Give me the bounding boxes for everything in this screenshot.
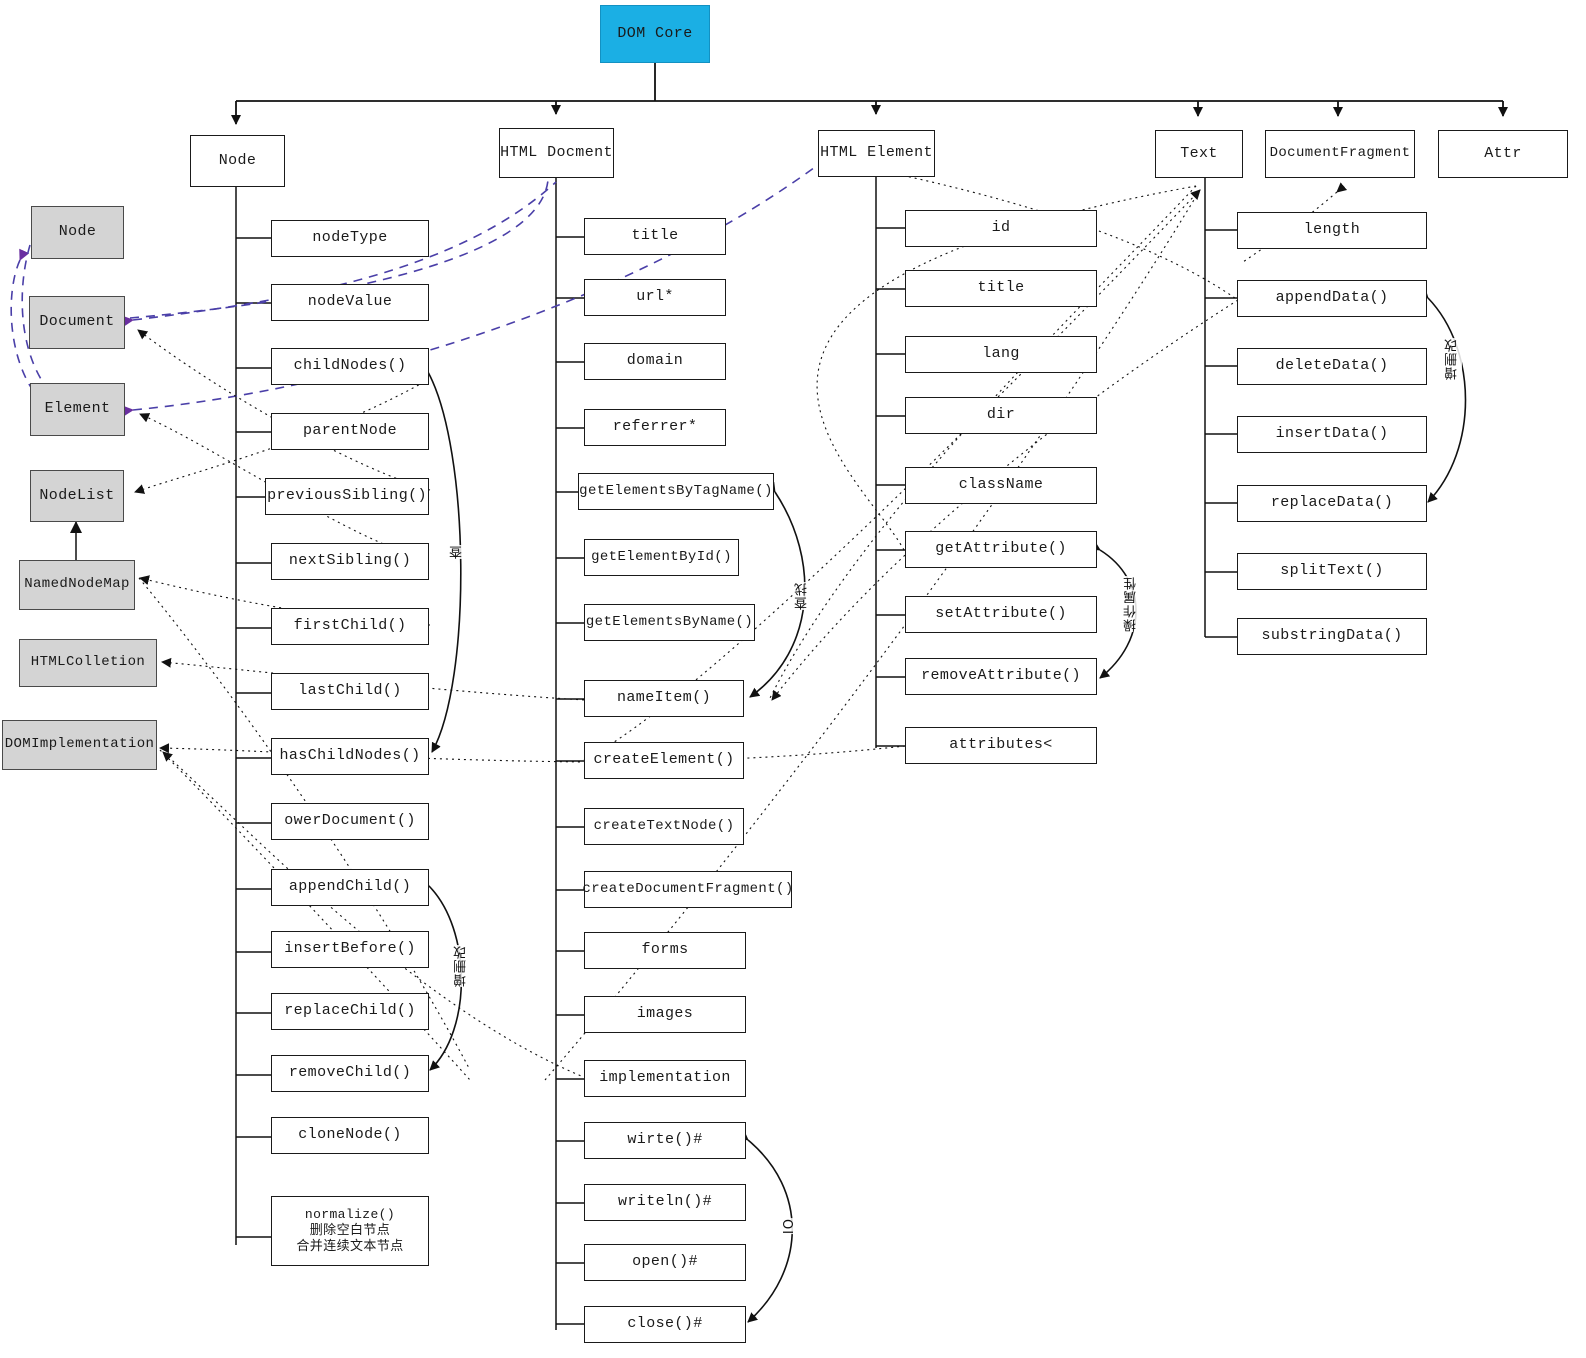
document-io-annotation: IO [782,1218,797,1235]
member-el-dir[interactable]: dir [905,397,1097,434]
member-clonenode[interactable]: cloneNode() [271,1117,429,1154]
member-el-title[interactable]: title [905,270,1097,307]
member-close[interactable]: close()# [584,1306,746,1343]
interface-htmlcolletion[interactable]: HTMLColletion [19,639,157,687]
member-createtextnode[interactable]: createTextNode() [584,808,744,845]
member-writeln[interactable]: writeln()# [584,1184,746,1221]
member-childnodes[interactable]: childNodes() [271,348,429,385]
node-crud-annotation: 增删改 [452,945,471,987]
interface-nodelist[interactable]: NodeList [30,470,124,522]
member-el-id[interactable]: id [905,210,1097,247]
member-getelementsbytagname[interactable]: getElementsByTagName() [578,473,774,510]
document-search-annotation: 查找 [793,582,812,610]
text-crud-annotation: 增删改 [1443,338,1462,380]
node-html-element[interactable]: HTML Element [818,130,935,177]
member-insertbefore[interactable]: insertBefore() [271,931,429,968]
member-deletedata[interactable]: deleteData() [1237,348,1427,385]
node-dom-core[interactable]: DOM Core [600,5,710,63]
interface-element[interactable]: Element [30,383,125,436]
member-appenddata[interactable]: appendData() [1237,280,1427,317]
element-attribute-annotation: 操作属性 [1122,576,1141,632]
node-attr[interactable]: Attr [1438,130,1568,178]
member-doc-url[interactable]: url* [584,279,726,316]
member-nodevalue[interactable]: nodeValue [271,284,429,321]
member-el-attributes[interactable]: attributes< [905,727,1097,764]
member-setattribute[interactable]: setAttribute() [905,596,1097,633]
node-html-document[interactable]: HTML Docment [499,128,614,178]
member-nodetype[interactable]: nodeType [271,220,429,257]
member-images[interactable]: images [584,996,746,1033]
member-removechild[interactable]: removeChild() [271,1055,429,1092]
member-el-classname[interactable]: className [905,467,1097,504]
member-parentnode[interactable]: parentNode [271,413,429,450]
interface-document[interactable]: Document [29,296,125,349]
member-text-length[interactable]: length [1237,212,1427,249]
member-open[interactable]: open()# [584,1244,746,1281]
member-haschildnodes[interactable]: hasChildNodes() [271,738,429,775]
member-lastchild[interactable]: lastChild() [271,673,429,710]
connector-layer [10,63,1508,1330]
node-document-fragment[interactable]: DocumentFragment [1265,130,1415,178]
member-normalize[interactable]: normalize() 删除空白节点 合并连续文本节点 [271,1196,429,1266]
member-createelement[interactable]: createElement() [584,742,744,779]
node-search-annotation: 查 [448,545,467,559]
interface-namednodemap[interactable]: NamedNodeMap [19,560,135,610]
member-insertdata[interactable]: insertData() [1237,416,1427,453]
member-removeattribute[interactable]: removeAttribute() [905,658,1097,695]
member-splittext[interactable]: splitText() [1237,553,1427,590]
member-replacechild[interactable]: replaceChild() [271,993,429,1030]
member-owerdocument[interactable]: owerDocument() [271,803,429,840]
member-doc-referrer[interactable]: referrer* [584,409,726,446]
member-implementation[interactable]: implementation [584,1060,746,1097]
member-el-lang[interactable]: lang [905,336,1097,373]
member-getattribute[interactable]: getAttribute() [905,531,1097,568]
member-forms[interactable]: forms [584,932,746,969]
member-previoussibling[interactable]: previousSibling() [265,478,429,515]
member-nameitem[interactable]: nameItem() [584,680,744,717]
member-firstchild[interactable]: firstChild() [271,608,429,645]
member-replacedata[interactable]: replaceData() [1237,485,1427,522]
member-getelementsbyname[interactable]: getElementsByName() [584,604,755,641]
member-doc-domain[interactable]: domain [584,343,726,380]
member-doc-title[interactable]: title [584,218,726,255]
member-wirte[interactable]: wirte()# [584,1122,746,1159]
interface-domimplementation[interactable]: DOMImplementation [2,720,157,770]
member-createdocumentfragment[interactable]: createDocumentFragment() [582,871,793,908]
node-node[interactable]: Node [190,135,285,187]
node-text[interactable]: Text [1155,130,1243,178]
member-getelementbyid[interactable]: getElementById() [584,539,739,576]
interface-node[interactable]: Node [31,206,124,259]
member-substringdata[interactable]: substringData() [1237,618,1427,655]
member-appendchild[interactable]: appendChild() [271,869,429,906]
dom-core-diagram: DOM Core Node HTML Docment HTML Element … [0,0,1586,1358]
member-nextsibling[interactable]: nextSibling() [271,543,429,580]
